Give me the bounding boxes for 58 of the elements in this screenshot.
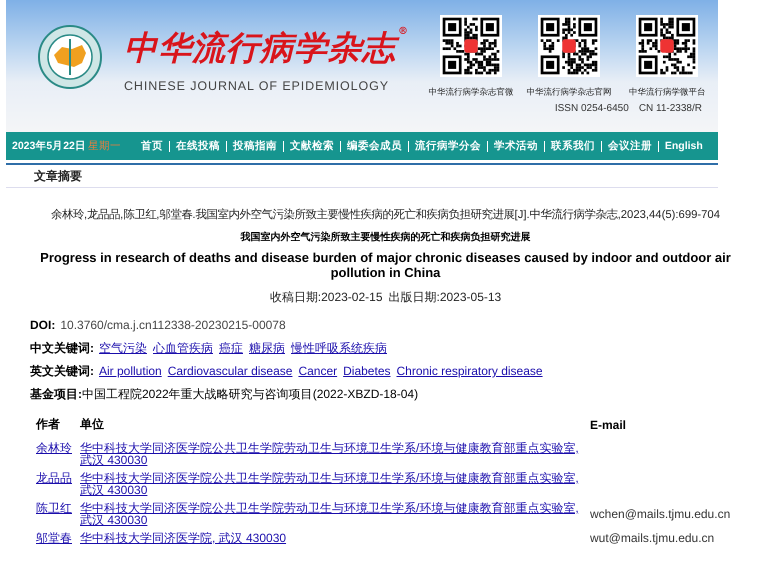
keyword-link[interactable]: Air pollution [99,364,162,378]
fund-value: 中国工程院2022年重大战略研究与咨询项目(2022-XBZD-18-04) [82,387,418,401]
column-header: E-mail [589,416,628,434]
article-title-english: Progress in research of deaths and disease burden of major chronic diseases caused by indoor and outdoor air pollution in China [39,250,732,280]
keyword-link[interactable]: 心血管疾病 [153,341,213,355]
weekday: 星期一 [88,139,121,153]
keywords-label: 中文关键词: [30,341,94,355]
column-header: 单位 [79,416,105,433]
keyword-link[interactable]: Cardiovascular disease [168,364,292,378]
keyword-link[interactable]: Diabetes [343,364,390,378]
qr-code [440,15,502,77]
column-header: 作者 [34,416,61,433]
affiliation-link[interactable]: 华中科技大学同济医学院公共卫生学院劳动卫生与环境卫生学系/环境与健康教育部重点实验室, 武汉 430030 [80,502,582,526]
article-title-chinese: 我国室内外空气污染所致主要慢性疾病的死亡和疾病负担研究进展 [239,230,532,244]
affiliation-link[interactable]: 华中科技大学同济医学院公共卫生学院劳动卫生与环境卫生学系/环境与健康教育部重点实验室, 武汉 430030 [80,472,582,496]
citation: 余林玲,龙品品,陈卫红,邬堂春.我国室内外空气污染所致主要慢性疾病的死亡和疾病负担研究进展[J].中华流行病学杂志,2023,44(5):699-704 [50,208,721,222]
section-header: 文章摘要 [6,163,718,188]
date-text: 出版日期:2023-05-13 [388,289,502,306]
qr-caption: 中华流行病学杂志官微 [428,86,514,98]
journal-english-title: CHINESE JOURNAL OF EPIDEMIOLOGY [124,79,390,93]
author-link[interactable]: 陈卫红 [36,501,72,515]
keyword-link[interactable]: Chronic respiratory disease [396,364,543,378]
affiliation-link[interactable]: 华中科技大学同济医学院, 武汉 430030 [80,532,582,544]
email-text: wut@mails.tjmu.edu.cn [590,531,714,545]
author-link[interactable]: 邬堂春 [36,531,72,545]
nav-link[interactable]: 联系我们 [544,140,601,152]
registered-mark: ® [398,26,409,37]
cn-text: CN 11-2338/R [638,103,702,114]
keyword-link[interactable]: 慢性呼吸系统疾病 [291,341,387,355]
nav-link[interactable]: 文献检索 [282,140,340,152]
fund-label: 基金项目: [30,387,82,401]
nav-link[interactable]: 投稿指南 [226,140,283,152]
email-text: wchen@mails.tjmu.edu.cn [590,507,730,521]
current-date: 2023年5月22日 [12,139,86,153]
keyword-link[interactable]: 空气污染 [99,341,147,355]
issn-text: ISSN 0254-6450 [554,103,629,114]
qr-caption: 中华流行病学杂志官网 [526,86,612,98]
affiliation-link[interactable]: 华中科技大学同济医学院公共卫生学院劳动卫生与环境卫生学系/环境与健康教育部重点实验室, 武汉 430030 [80,442,582,466]
date-text: 收稿日期:2023-02-15 [270,289,382,306]
qr-code [636,15,698,77]
nav-link[interactable]: 学术活动 [486,140,544,152]
keyword-link[interactable]: Cancer [298,364,338,378]
nav-link[interactable]: 流行病学分会 [408,140,487,152]
nav-link[interactable]: 在线投稿 [168,140,226,152]
nav-link[interactable]: 会议注册 [600,140,658,152]
keyword-link[interactable]: 癌症 [219,341,243,355]
author-link[interactable]: 余林玲 [36,441,72,455]
keywords-label: 英文关键词: [30,364,94,378]
keyword-link[interactable]: 糖尿病 [249,341,285,355]
nav-link[interactable]: 首页 [134,139,169,153]
nav-link[interactable]: English [658,140,709,152]
nav-link[interactable]: 编委会成员 [340,140,408,152]
doi-label: DOI: [30,318,56,332]
society-logo-icon [38,25,102,89]
author-link[interactable]: 龙品品 [36,471,72,485]
qr-caption: 中华流行病学微平台 [628,86,706,98]
qr-code [538,15,600,77]
doi-value: 10.3760/cma.j.cn112338-20230215-00078 [60,318,286,332]
